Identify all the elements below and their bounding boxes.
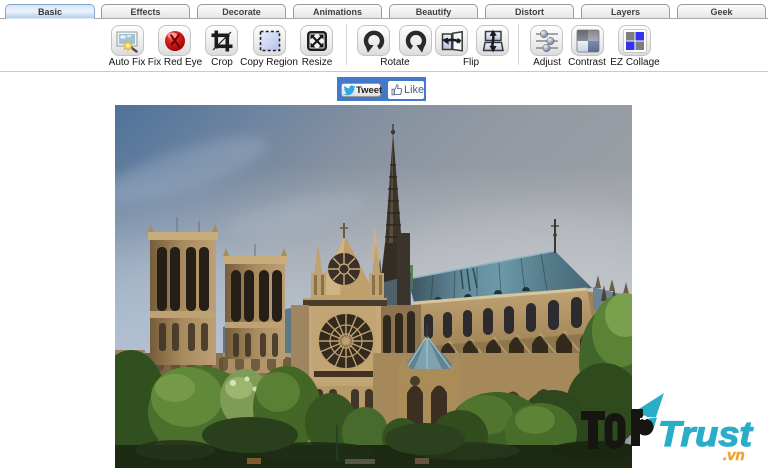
svg-text:.vn: .vn [723, 447, 745, 464]
